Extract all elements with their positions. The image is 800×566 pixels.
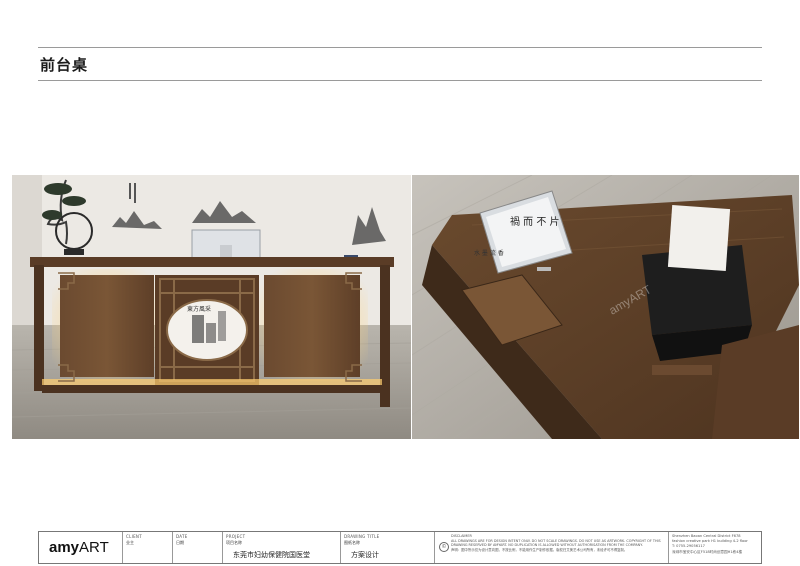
calligraphy-text-2: 水 墨 流 香	[474, 249, 504, 257]
calligraphy-text-1: 禍 而 不 片	[510, 215, 560, 228]
disclaimer-cn: 声明：图中所示仅为设计意向图，不按比例，不能用作生产制作依据。版权归艾美艺术公司…	[451, 547, 628, 552]
disclaimer-en: ALL DRAWINGS ARE FOR DESIGN INTENT ONLY.…	[451, 538, 661, 548]
project-cell: PROJECT 项目名称 东莞市妇幼保健院国医堂	[223, 532, 341, 563]
title-block: amy ART CLIENT 业主 DATE 日期 PROJECT 项目名称 东莞…	[38, 531, 762, 564]
client-value: 业主	[126, 540, 134, 545]
logo-primary: amy	[49, 539, 80, 556]
date-label: DATE	[176, 534, 188, 539]
company-address: Shenzhen Baoan Central District F678 fas…	[672, 534, 759, 555]
client-cell: CLIENT 业主	[123, 532, 173, 563]
address-cell: Shenzhen Baoan Central District F678 fas…	[669, 532, 761, 563]
logo-secondary: ART	[79, 539, 109, 556]
address-line-4: 深圳市宝安中心区F518时尚创意园H1栋4楼	[672, 549, 743, 554]
disclaimer-cell: © DISCLAIMER ALL DRAWINGS ARE FOR DESIGN…	[435, 532, 669, 563]
project-label: PROJECT	[226, 534, 246, 539]
drawing-title-name: 方案设计	[351, 551, 379, 559]
copyright-icon: ©	[439, 542, 449, 552]
page-title: 前台桌	[40, 56, 89, 74]
drawing-title-cell: DRAWING TITLE 图纸名称 方案设计	[341, 532, 435, 563]
company-logo: amy ART	[39, 532, 123, 563]
disclaimer-text: DISCLAIMER ALL DRAWINGS ARE FOR DESIGN I…	[451, 534, 665, 552]
drawing-title-label: DRAWING TITLE	[344, 534, 380, 539]
reception-desk-top-photo: 禍 而 不 片 水 墨 流 香 amyART	[412, 175, 799, 439]
date-value: 日期	[176, 540, 184, 545]
date-cell: DATE 日期	[173, 532, 223, 563]
drawing-title-value: 图纸名称	[344, 540, 360, 545]
title-underline	[38, 80, 762, 81]
reception-desk-front-photo: 東方風采	[12, 175, 411, 439]
client-label: CLIENT	[126, 534, 142, 539]
project-name: 东莞市妇幼保健院国医堂	[233, 551, 310, 559]
artwork-text: 東方風采	[187, 305, 211, 313]
project-value: 项目名称	[226, 540, 242, 545]
top-rule	[38, 47, 762, 48]
